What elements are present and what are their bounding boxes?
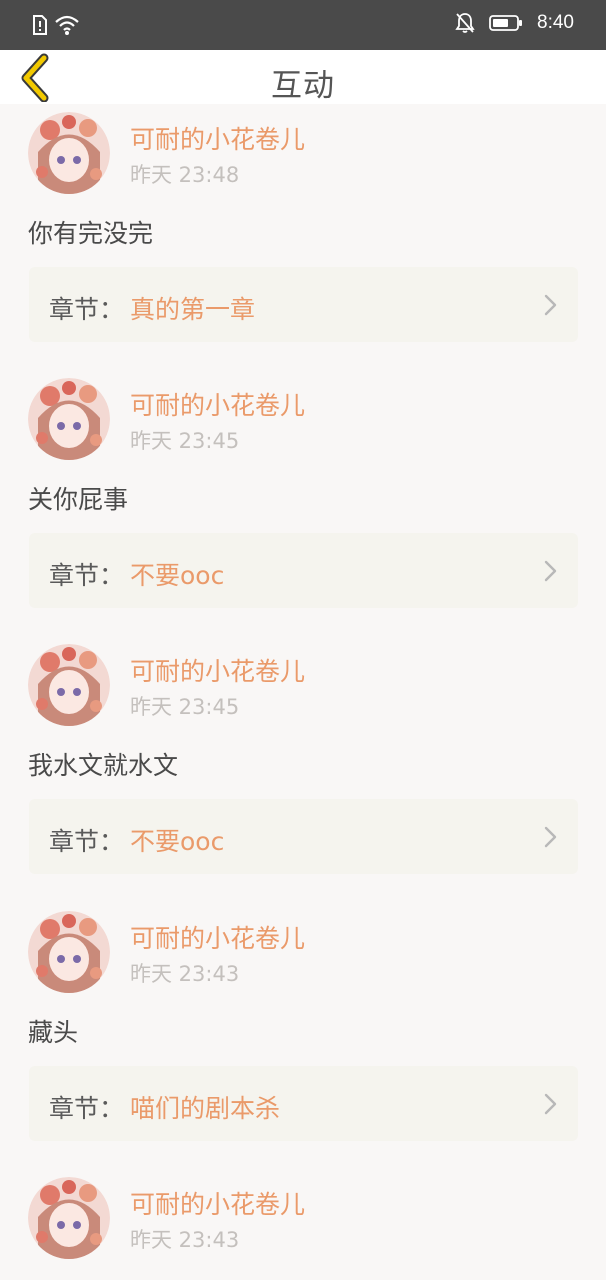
avatar[interactable] — [28, 911, 110, 993]
chevron-right-icon — [544, 1093, 557, 1115]
timestamp: 昨天 23:45 — [130, 429, 240, 453]
clock: 8:40 — [537, 12, 574, 33]
username[interactable]: 可耐的小花卷儿 — [130, 919, 305, 955]
avatar[interactable] — [28, 112, 110, 194]
status-left — [32, 14, 80, 36]
chevron-right-icon — [544, 826, 557, 848]
feed-item: 可耐的小花卷儿 昨天 23:43 藏头 章节： 喵们的剧本杀 — [0, 903, 606, 1169]
chapter-label: 章节： — [49, 827, 125, 856]
chapter-label: 章节： — [49, 295, 125, 324]
timestamp: 昨天 23:48 — [130, 163, 240, 187]
chapter-name: 喵们的剧本杀 — [130, 1094, 281, 1123]
avatar[interactable] — [28, 1177, 110, 1259]
wifi-icon — [55, 15, 79, 35]
username[interactable]: 可耐的小花卷儿 — [130, 120, 305, 156]
avatar[interactable] — [28, 644, 110, 726]
feed-item: 可耐的小花卷儿 昨天 23:43 — [0, 1169, 606, 1280]
comment-text: 我水文就水文 — [28, 751, 179, 780]
feed-item: 可耐的小花卷儿 昨天 23:45 关你屁事 章节： 不要ooc — [0, 370, 606, 636]
chapter-link[interactable]: 章节： 不要ooc — [29, 533, 578, 608]
chapter-link[interactable]: 章节： 不要ooc — [29, 799, 578, 874]
battery-icon — [489, 15, 523, 31]
chevron-right-icon — [544, 560, 557, 582]
avatar[interactable] — [28, 378, 110, 460]
nav-bar: 互动 — [0, 50, 606, 104]
feed-item: 可耐的小花卷儿 昨天 23:45 我水文就水文 章节： 不要ooc — [0, 636, 606, 902]
chapter-link[interactable]: 章节： 喵们的剧本杀 — [29, 1066, 578, 1141]
username[interactable]: 可耐的小花卷儿 — [130, 652, 305, 688]
chapter-label: 章节： — [49, 1094, 125, 1123]
timestamp: 昨天 23:43 — [130, 962, 240, 986]
chapter-name: 不要ooc — [130, 561, 225, 590]
status-right: 8:40 — [455, 12, 574, 34]
feed-item: 可耐的小花卷儿 昨天 23:48 你有完没完 章节： 真的第一章 — [0, 104, 606, 370]
sim-alert-icon — [33, 15, 47, 35]
comment-text: 关你屁事 — [28, 485, 129, 514]
timestamp: 昨天 23:43 — [130, 1228, 240, 1252]
chevron-right-icon — [544, 294, 557, 316]
page-title: 互动 — [271, 68, 335, 104]
timestamp: 昨天 23:45 — [130, 695, 240, 719]
comment-text: 你有完没完 — [28, 219, 154, 248]
chapter-name: 真的第一章 — [130, 295, 256, 324]
status-bar: 8:40 — [0, 0, 606, 50]
comment-text: 藏头 — [28, 1018, 79, 1047]
chapter-label: 章节： — [49, 561, 125, 590]
chapter-link[interactable]: 章节： 真的第一章 — [29, 267, 578, 342]
username[interactable]: 可耐的小花卷儿 — [130, 1185, 305, 1221]
chapter-name: 不要ooc — [130, 827, 225, 856]
bell-muted-icon — [455, 13, 475, 33]
username[interactable]: 可耐的小花卷儿 — [130, 386, 305, 422]
